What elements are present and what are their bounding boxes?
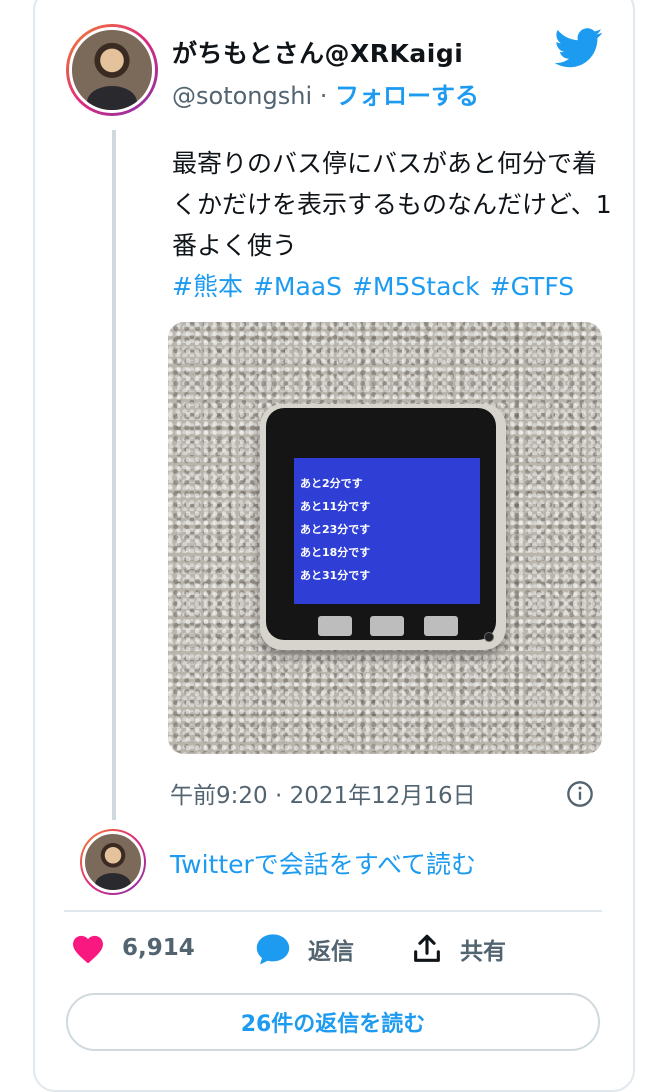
like-button[interactable]: 6,914 — [70, 932, 195, 964]
screen-line: あと11分です — [300, 500, 371, 513]
screen-line: あと2分です — [300, 477, 363, 490]
device-button-c — [424, 616, 458, 636]
reply-label: 返信 — [308, 939, 354, 965]
hashtag-link[interactable]: #熊本 — [172, 272, 243, 301]
tweet-text: 最寄りのバス停にバスがあと何分で着くかだけを表示するものなんだけど、1番よく使う — [172, 149, 612, 260]
author-handle[interactable]: @sotongshi — [172, 82, 312, 110]
author-display-name[interactable]: がちもとさん@XRKaigi — [172, 34, 463, 70]
device-screen: あと2分です あと11分です あと23分です あと18分です あと31分です — [294, 458, 480, 604]
share-label: 共有 — [460, 939, 506, 965]
tweet-body: 最寄りのバス停にバスがあと何分で着くかだけを表示するものなんだけど、1番よく使う… — [172, 143, 612, 307]
thread-line — [112, 130, 116, 820]
device-face: あと2分です あと11分です あと23分です あと18分です あと31分です — [266, 408, 496, 642]
info-icon[interactable] — [566, 780, 594, 808]
hashtag-link[interactable]: #MaaS — [253, 272, 342, 301]
device-button-b — [370, 616, 404, 636]
hashtag-list: #熊本 #MaaS #M5Stack #GTFS — [172, 266, 612, 307]
heart-icon — [73, 935, 103, 964]
avatar-photo — [81, 830, 145, 894]
hashtag-link[interactable]: #M5Stack — [352, 272, 480, 301]
device-button-a — [318, 616, 352, 636]
author-handle-row: @sotongshi · フォローする — [172, 76, 479, 111]
divider — [64, 910, 602, 912]
read-conversation-link[interactable]: Twitterで会話をすべて読む — [170, 845, 476, 881]
tweet-timestamp[interactable]: 午前9:20 · 2021年12月16日 — [170, 776, 476, 810]
m5stack-device: あと2分です あと11分です あと23分です あと18分です あと31分です — [260, 404, 506, 650]
share-icon — [414, 934, 440, 962]
screen-line: あと18分です — [300, 546, 371, 559]
read-replies-button[interactable]: 26件の返信を読む — [66, 993, 600, 1051]
tweet-photo[interactable]: あと2分です あと11分です あと23分です あと18分です あと31分です — [168, 322, 602, 754]
like-count: 6,914 — [122, 935, 195, 961]
avatar-photo — [69, 27, 155, 113]
screen-line: あと23分です — [300, 523, 371, 536]
follow-button[interactable]: フォローする — [335, 82, 479, 110]
author-avatar[interactable] — [66, 24, 158, 116]
speech-bubble-icon — [256, 934, 290, 965]
share-button[interactable]: 共有 — [410, 932, 506, 966]
hashtag-link[interactable]: #GTFS — [490, 272, 575, 301]
device-led — [484, 632, 494, 642]
viewer-avatar[interactable] — [80, 829, 146, 895]
separator-dot: · — [312, 82, 335, 110]
twitter-bird-icon[interactable] — [555, 28, 603, 68]
screen-line: あと31分です — [300, 569, 371, 582]
reply-button[interactable]: 返信 — [254, 932, 354, 966]
